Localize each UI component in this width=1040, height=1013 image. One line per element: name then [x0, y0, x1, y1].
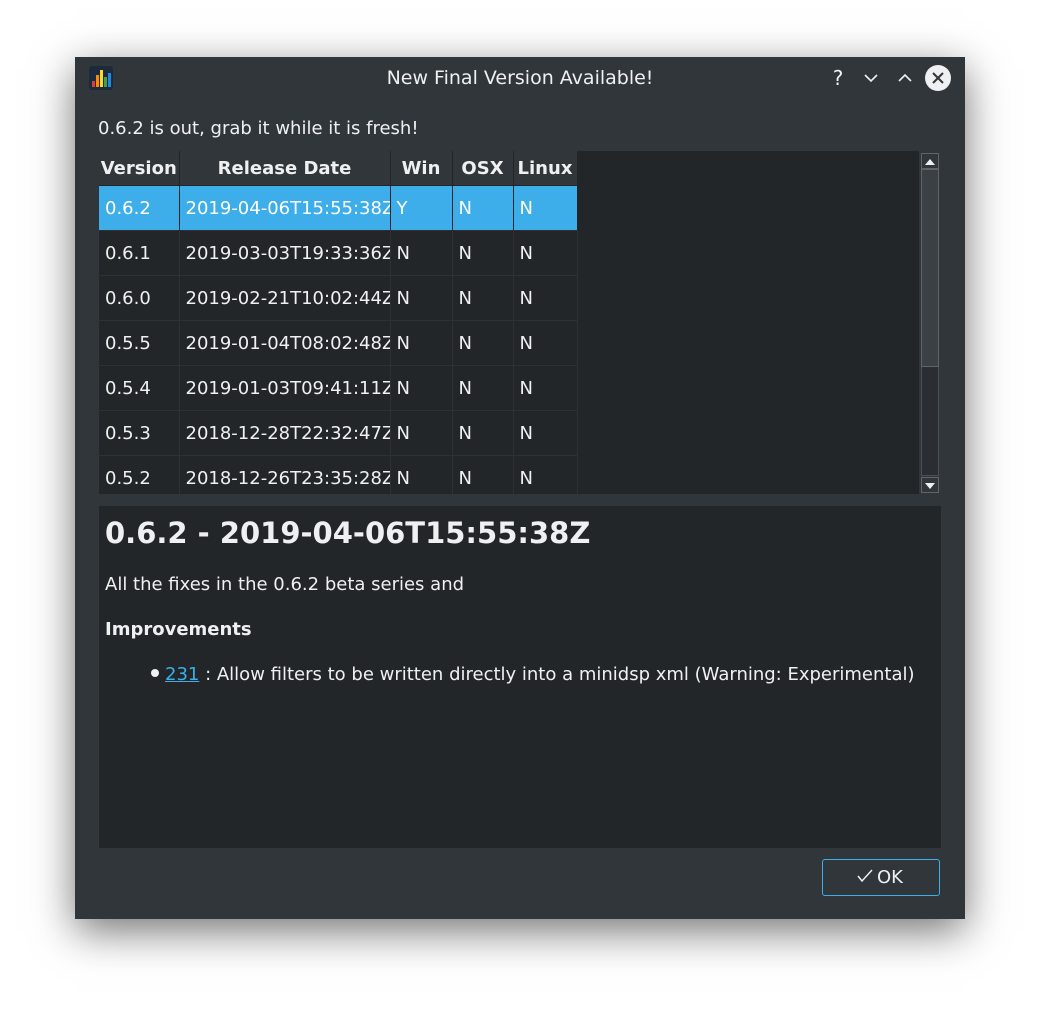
issue-link[interactable]: 231	[165, 664, 199, 685]
cell-osx: N	[452, 365, 514, 411]
cell-linux: N	[513, 365, 578, 411]
table-row[interactable]: 0.5.5 2019-01-04T08:02:48Z N N N	[99, 320, 578, 366]
column-header-version[interactable]: Version	[99, 151, 180, 186]
cell-release-date: 2019-01-04T08:02:48Z	[179, 320, 391, 366]
table-row[interactable]: 0.6.0 2019-02-21T10:02:44Z N N N	[99, 275, 578, 321]
cell-release-date: 2019-02-21T10:02:44Z	[179, 275, 391, 321]
cell-win: N	[390, 410, 453, 456]
cell-release-date: 2019-03-03T19:33:36Z	[179, 230, 391, 276]
release-notes-heading: 0.6.2 - 2019-04-06T15:55:38Z	[105, 516, 591, 550]
table-header-row: Version Release Date Win OSX Linux	[99, 151, 578, 186]
cell-osx: N	[452, 455, 514, 494]
table-row[interactable]: 0.6.1 2019-03-03T19:33:36Z N N N	[99, 230, 578, 276]
cell-osx: N	[452, 410, 514, 456]
cell-win: Y	[390, 185, 453, 231]
versions-table[interactable]: Version Release Date Win OSX Linux 0.6.2…	[99, 151, 919, 494]
cell-release-date: 2018-12-28T22:32:47Z	[179, 410, 391, 456]
cell-osx: N	[452, 185, 514, 231]
dialog-window: New Final Version Available! ? 0.6.2 is …	[75, 57, 965, 919]
column-header-osx[interactable]: OSX	[452, 151, 514, 186]
scroll-thumb[interactable]	[921, 169, 939, 367]
table-row[interactable]: 0.5.3 2018-12-28T22:32:47Z N N N	[99, 410, 578, 456]
table-row[interactable]: 0.5.4 2019-01-03T09:41:11Z N N N	[99, 365, 578, 411]
table-row[interactable]: 0.6.2 2019-04-06T15:55:38Z Y N N	[99, 185, 578, 231]
cell-osx: N	[452, 320, 514, 366]
scroll-up-arrow-icon[interactable]	[921, 153, 939, 169]
help-icon[interactable]: ?	[825, 65, 851, 91]
title-bar[interactable]: New Final Version Available! ?	[75, 57, 965, 99]
cell-win: N	[390, 320, 453, 366]
cell-linux: N	[513, 185, 578, 231]
cell-version: 0.6.2	[99, 185, 180, 231]
cell-linux: N	[513, 230, 578, 276]
cell-release-date: 2018-12-26T23:35:28Z	[179, 455, 391, 494]
update-message: 0.6.2 is out, grab it while it is fresh!	[98, 118, 419, 139]
column-header-win[interactable]: Win	[390, 151, 453, 186]
release-notes-panel[interactable]: 0.6.2 - 2019-04-06T15:55:38Z All the fix…	[99, 506, 941, 848]
cell-version: 0.5.5	[99, 320, 180, 366]
cell-osx: N	[452, 230, 514, 276]
table-row[interactable]: 0.5.2 2018-12-26T23:35:28Z N N N	[99, 455, 578, 494]
ok-button[interactable]: OK	[822, 859, 940, 896]
close-icon[interactable]	[925, 65, 951, 91]
release-notes-intro: All the fixes in the 0.6.2 beta series a…	[105, 574, 465, 595]
cell-win: N	[390, 275, 453, 321]
cell-version: 0.6.1	[99, 230, 180, 276]
column-header-linux[interactable]: Linux	[513, 151, 578, 186]
checkmark-icon	[857, 869, 873, 883]
column-header-release-date[interactable]: Release Date	[179, 151, 391, 186]
scroll-down-arrow-icon[interactable]	[921, 477, 939, 493]
cell-win: N	[390, 365, 453, 411]
cell-version: 0.6.0	[99, 275, 180, 321]
cell-osx: N	[452, 275, 514, 321]
cell-linux: N	[513, 320, 578, 366]
bullet-icon	[151, 669, 159, 677]
cell-win: N	[390, 230, 453, 276]
cell-release-date: 2019-04-06T15:55:38Z	[179, 185, 391, 231]
cell-linux: N	[513, 275, 578, 321]
release-notes-subheading: Improvements	[105, 619, 252, 640]
cell-version: 0.5.3	[99, 410, 180, 456]
list-item: 231 : Allow filters to be written direct…	[151, 664, 915, 685]
cell-linux: N	[513, 410, 578, 456]
cell-linux: N	[513, 455, 578, 494]
list-item-text: : Allow filters to be written directly i…	[199, 664, 915, 685]
maximize-icon[interactable]	[892, 65, 918, 91]
cell-version: 0.5.4	[99, 365, 180, 411]
cell-release-date: 2019-01-03T09:41:11Z	[179, 365, 391, 411]
cell-win: N	[390, 455, 453, 494]
cell-version: 0.5.2	[99, 455, 180, 494]
minimize-icon[interactable]	[858, 65, 884, 91]
table-scrollbar[interactable]	[919, 151, 941, 494]
ok-button-label: OK	[877, 867, 903, 888]
